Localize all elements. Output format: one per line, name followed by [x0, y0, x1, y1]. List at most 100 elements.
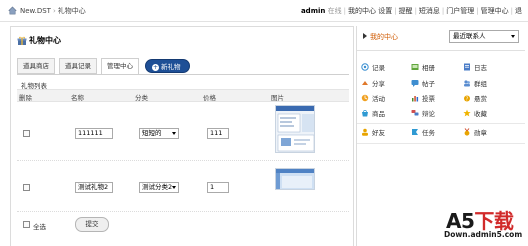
app-favorite[interactable]: 收藏 [463, 108, 487, 118]
tab-divider [17, 74, 349, 75]
app-label: 好友 [372, 129, 385, 137]
select-all-label[interactable]: 全选 [33, 221, 46, 231]
price-input[interactable]: 1 [207, 182, 229, 193]
nav-settings[interactable]: 设置 [378, 7, 392, 15]
price-input[interactable]: 111 [207, 128, 229, 139]
app-label: 活动 [372, 95, 385, 103]
app-debate[interactable]: 辩论 [411, 108, 435, 118]
recent-contacts-value: 最近联系人 [453, 32, 486, 40]
app-label: 投票 [422, 95, 435, 103]
activity-icon [361, 94, 369, 102]
table-row: 测试礼物2 测试分类2 1 [17, 162, 349, 212]
nav-messages[interactable]: 短消息 [419, 7, 440, 15]
medal-icon [464, 128, 470, 136]
chevron-down-icon [511, 35, 515, 38]
debate-icon [411, 110, 419, 116]
app-label: 勋章 [474, 129, 487, 137]
breadcrumb-page[interactable]: 礼物中心 [58, 7, 86, 15]
app-reward[interactable]: ? 悬赏 [463, 93, 487, 103]
delete-checkbox[interactable] [23, 184, 30, 191]
friends-icon [362, 128, 368, 136]
recent-contacts-select[interactable]: 最近联系人 [449, 30, 519, 43]
app-label: 记录 [372, 64, 385, 72]
task-icon [412, 129, 418, 135]
breadcrumb-site[interactable]: New.DST [20, 7, 51, 15]
sidebar-divider [357, 143, 525, 144]
page-title-row: 礼物中心 [17, 35, 61, 47]
chevron-down-icon [172, 132, 176, 135]
app-share[interactable]: 分享 [361, 78, 385, 88]
user-nav: admin 在线 | 我的中心 设置 | 提醒 | 短消息 | 门户管理 | 管理中心 | 退 [300, 7, 522, 15]
sidebar-divider [357, 123, 525, 124]
top-bar: New.DST › 礼物中心 admin 在线 | 我的中心 设置 | 提醒 | 短消息 | 门户管… [0, 0, 528, 22]
submit-button[interactable]: 提交 [75, 217, 109, 232]
svg-text:?: ? [466, 96, 469, 102]
nav-notices[interactable]: 提醒 [399, 7, 413, 15]
page-title: 礼物中心 [29, 36, 61, 45]
sidebar-divider [357, 50, 525, 51]
app-label: 群组 [474, 80, 487, 88]
app-record[interactable]: 记录 [361, 62, 385, 72]
chevron-down-icon [172, 186, 176, 189]
my-center-label: 我的中心 [370, 33, 398, 41]
category-select[interactable]: 测试分类2 [139, 182, 179, 193]
gift-name-input[interactable]: 111111 [75, 128, 113, 139]
app-medal[interactable]: 勋章 [463, 127, 487, 137]
screenshot-thumbnail-image [276, 169, 314, 189]
nav-my-center[interactable]: 我的中心 [348, 7, 376, 15]
category-select-value: 测试分类2 [142, 183, 173, 191]
app-post[interactable]: 帖子 [411, 78, 435, 88]
category-select[interactable]: 短短的 [139, 128, 179, 139]
triangle-right-icon [363, 33, 367, 39]
username-link[interactable]: admin [301, 7, 325, 15]
app-group[interactable]: 群组 [463, 78, 487, 88]
goods-icon [362, 110, 368, 117]
app-label: 辩论 [422, 110, 435, 118]
share-icon [362, 81, 368, 85]
table-header: 删除 名称 分类 价格 图片 [17, 89, 349, 102]
app-goods[interactable]: 商品 [361, 108, 385, 118]
tab-item-records[interactable]: 道具记录 [59, 58, 97, 74]
gift-image-thumbnail[interactable] [275, 168, 315, 190]
app-label: 相册 [422, 64, 435, 72]
watermark-logo: A5下载 Down.admin5.com [444, 205, 524, 245]
tab-item-shop[interactable]: 道具商店 [17, 58, 55, 74]
new-gift-button[interactable]: + 新礼物 [145, 59, 190, 73]
app-friends[interactable]: 好友 [361, 127, 385, 137]
category-select-value: 短短的 [142, 129, 162, 137]
app-label: 帖子 [422, 80, 435, 88]
home-icon[interactable] [8, 6, 17, 15]
app-label: 任务 [422, 129, 435, 137]
plus-icon: + [152, 64, 159, 71]
nav-admin-center[interactable]: 管理中心 [481, 7, 509, 15]
watermark-url: Down.admin5.com [444, 230, 523, 239]
column-price: 价格 [203, 94, 216, 102]
column-name: 名称 [71, 94, 84, 102]
app-task[interactable]: 任务 [411, 127, 435, 137]
column-category: 分类 [135, 94, 148, 102]
nav-portal-admin[interactable]: 门户管理 [446, 7, 474, 15]
favorite-icon [463, 109, 471, 117]
group-icon [464, 80, 470, 87]
app-album[interactable]: 相册 [411, 62, 435, 72]
delete-checkbox[interactable] [23, 130, 30, 137]
select-all-checkbox[interactable] [23, 221, 30, 228]
new-gift-label: 新礼物 [161, 63, 181, 71]
app-poll[interactable]: 投票 [411, 93, 435, 103]
app-label: 收藏 [474, 110, 487, 118]
online-status[interactable]: 在线 [328, 7, 342, 15]
app-label: 悬赏 [474, 95, 487, 103]
my-center-heading[interactable]: 我的中心 [363, 32, 398, 42]
column-image: 图片 [271, 94, 284, 102]
app-activity[interactable]: 活动 [361, 93, 385, 103]
app-label: 日志 [474, 64, 487, 72]
tab-admin-center[interactable]: 管理中心 [101, 58, 139, 75]
app-blog[interactable]: 日志 [463, 62, 487, 72]
gift-name-input[interactable]: 测试礼物2 [75, 182, 113, 193]
gift-image-thumbnail[interactable] [275, 105, 315, 153]
record-icon [361, 63, 369, 71]
nav-logout[interactable]: 退 [515, 7, 522, 15]
app-label: 商品 [372, 110, 385, 118]
breadcrumb: New.DST › 礼物中心 [20, 6, 86, 16]
album-icon [411, 64, 419, 70]
